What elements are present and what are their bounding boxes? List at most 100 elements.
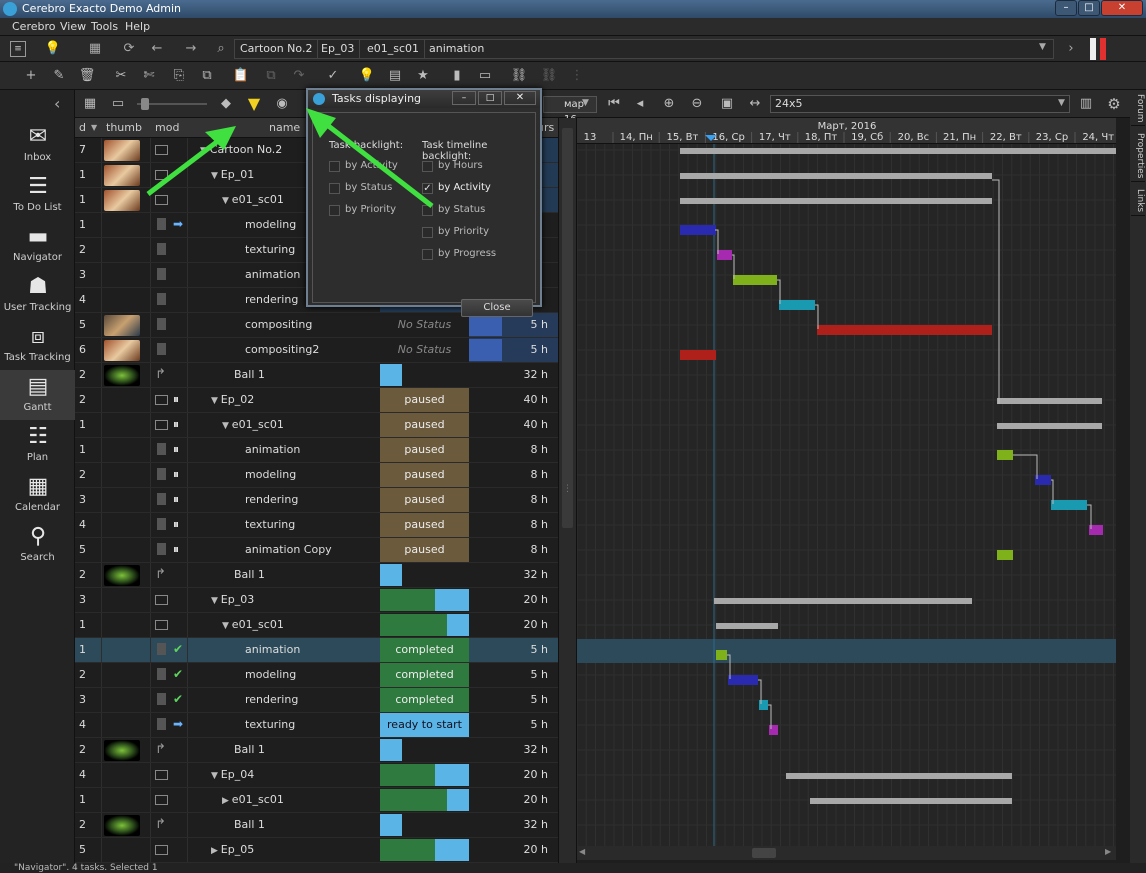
breadcrumb-item[interactable]: e01_sc01 (362, 40, 426, 58)
breadcrumb-item[interactable]: Cartoon No.2 (235, 40, 319, 58)
idea-icon[interactable]: 💡 (358, 67, 376, 85)
columns-icon[interactable]: ▥ (1077, 95, 1095, 113)
gantt-task-bar[interactable] (759, 700, 768, 710)
row-name-cell[interactable]: animation (188, 438, 380, 462)
copy-icon[interactable]: ⎘ (170, 67, 188, 85)
row-name-cell[interactable]: ▼ Ep_02 (188, 388, 380, 412)
chevron-down-icon[interactable]: ▼ (91, 123, 97, 132)
row-status-cell[interactable] (380, 563, 469, 587)
more-icon[interactable]: ⋮ (568, 67, 586, 85)
gantt-task-bar[interactable] (997, 450, 1013, 460)
row-name-cell[interactable]: compositing2 (188, 338, 380, 362)
row-name-cell[interactable]: Ball 1 (188, 738, 380, 762)
tree-scrollbar-thumb[interactable] (562, 128, 573, 528)
film-icon[interactable]: ▭ (476, 67, 494, 85)
zoom-out-icon[interactable]: ⊖ (688, 95, 706, 113)
timeline-status-checkbox[interactable] (422, 205, 433, 216)
row-status-cell[interactable]: ready to start (380, 713, 469, 737)
chevron-down-icon[interactable]: ▼ (1058, 98, 1065, 108)
row-status-cell[interactable] (380, 588, 469, 612)
row-status-cell[interactable]: paused (380, 388, 469, 412)
delete-icon[interactable]: 🗑 (78, 67, 96, 85)
table-row[interactable]: 2 ↱ Ball 1 32 h (75, 563, 558, 588)
expand-down-icon[interactable]: ▼ (211, 596, 221, 606)
sidebar-item-search[interactable]: ⚲ Search (0, 520, 75, 570)
row-name-cell[interactable]: texturing (188, 713, 380, 737)
star-icon[interactable]: ★ (414, 67, 432, 85)
redo-icon[interactable]: ↷ (290, 67, 308, 85)
zoom-in-icon[interactable]: ⊕ (660, 95, 678, 113)
fit-width-icon[interactable]: ↔ (746, 95, 764, 113)
thumbnail-image[interactable] (104, 740, 140, 761)
menu-cerebro[interactable]: Cerebro (12, 20, 56, 33)
row-status-cell[interactable] (380, 738, 469, 762)
gantt-task-bar[interactable] (817, 325, 992, 335)
unlink-icon[interactable]: ⛓ (540, 67, 558, 85)
gantt-summary-bar[interactable] (786, 773, 1012, 779)
row-name-cell[interactable]: Ball 1 (188, 563, 380, 587)
task-backlight-activity-checkbox[interactable] (329, 161, 340, 172)
grid-view-icon[interactable]: ▦ (81, 95, 99, 113)
row-status-cell[interactable]: No Status (380, 338, 469, 362)
panel-splitter[interactable]: ⋮ (558, 118, 577, 863)
row-status-cell[interactable] (380, 838, 469, 862)
go-start-icon[interactable]: ⏮ (605, 95, 623, 113)
tab-links[interactable]: Links (1131, 186, 1145, 216)
app-menu-icon[interactable]: ≡ (10, 41, 26, 57)
row-status-cell[interactable]: completed (380, 663, 469, 687)
breadcrumb-item[interactable]: animation (424, 40, 489, 58)
gantt-hscroll-thumb[interactable] (752, 848, 776, 858)
splitter-grip[interactable]: ⋮ (563, 484, 572, 494)
row-status-cell[interactable] (380, 763, 469, 787)
gantt-task-bar[interactable] (680, 225, 716, 235)
table-row[interactable]: 2 ↱ Ball 1 32 h (75, 363, 558, 388)
gantt-task-bar[interactable] (769, 725, 778, 735)
filter-icon[interactable]: ▼ (245, 95, 263, 113)
row-name-cell[interactable]: ▼ e01_sc01 (188, 413, 380, 437)
row-status-cell[interactable]: completed (380, 638, 469, 662)
expand-down-icon[interactable]: ▼ (200, 146, 210, 156)
column-name[interactable]: name (269, 121, 300, 134)
thumbnail-image[interactable] (104, 140, 140, 161)
accept-icon[interactable]: ✓ (324, 67, 342, 85)
forward-icon[interactable]: → (182, 40, 200, 58)
chevron-down-icon[interactable]: ▼ (1039, 42, 1046, 52)
breadcrumb[interactable]: Cartoon No.2 Ep_03 e01_sc01 animation ▼ (234, 39, 1054, 59)
thumbnail-size-icon[interactable]: ▭ (109, 95, 127, 113)
edit-icon[interactable]: ✎ (50, 67, 68, 85)
expand-down-icon[interactable]: ▼ (222, 196, 232, 206)
sidebar-item-navigator[interactable]: ▬ Navigator (0, 220, 75, 270)
scroll-left-icon[interactable]: ◀ (579, 847, 585, 856)
gantt-summary-bar[interactable] (997, 423, 1102, 429)
table-row[interactable]: 3 ⏸ rendering paused 8 h (75, 488, 558, 513)
menu-help[interactable]: Help (125, 20, 150, 33)
table-row[interactable]: 2 ↱ Ball 1 32 h (75, 813, 558, 838)
gantt-task-bar[interactable] (680, 350, 716, 360)
report-icon[interactable]: ▤ (386, 67, 404, 85)
sidebar-item-user-tracking[interactable]: ☗ User Tracking (0, 270, 75, 320)
thumbnail-image[interactable] (104, 315, 140, 336)
thumbnail-image[interactable] (104, 340, 140, 361)
row-name-cell[interactable]: ▶ Ep_05 (188, 838, 380, 862)
table-row[interactable]: 4 ▼ Ep_04 20 h (75, 763, 558, 788)
thumbnail-image[interactable] (104, 365, 140, 386)
column-num[interactable]: d (79, 121, 86, 134)
menu-tools[interactable]: Tools (91, 20, 118, 33)
scroll-right-icon[interactable]: ▶ (1105, 847, 1111, 856)
row-status-cell[interactable] (380, 813, 469, 837)
row-name-cell[interactable]: compositing (188, 313, 380, 337)
task-backlight-priority-checkbox[interactable] (329, 205, 340, 216)
row-status-cell[interactable]: completed (380, 688, 469, 712)
row-status-cell[interactable]: paused (380, 413, 469, 437)
timeline-priority-checkbox[interactable] (422, 227, 433, 238)
table-row[interactable]: 2 ⏸ modeling paused 8 h (75, 463, 558, 488)
row-status-cell[interactable] (380, 788, 469, 812)
tag-icon[interactable]: ◆ (217, 95, 235, 113)
expand-down-icon[interactable]: ▼ (211, 171, 221, 181)
refresh-icon[interactable]: ⟳ (120, 40, 138, 58)
expand-down-icon[interactable]: ▼ (211, 396, 221, 406)
gantt-task-bar[interactable] (733, 275, 777, 285)
sidebar-item-todo[interactable]: ☰ To Do List (0, 170, 75, 220)
cut-link-icon[interactable]: ✄ (140, 67, 158, 85)
table-row[interactable]: 1 ⏸ ▼ e01_sc01 paused 40 h (75, 413, 558, 438)
